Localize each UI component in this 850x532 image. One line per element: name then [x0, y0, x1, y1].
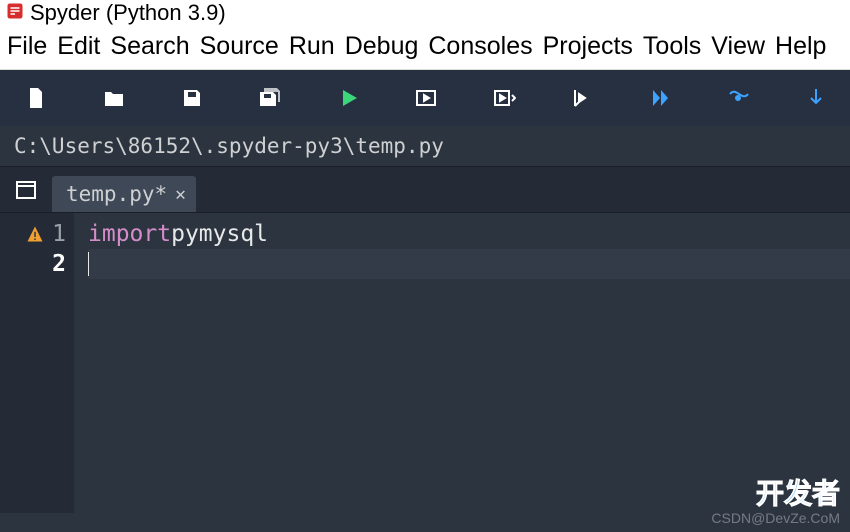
code-area[interactable]: import pymysql	[74, 213, 850, 513]
run-selection-icon[interactable]	[570, 86, 594, 110]
tab-label: temp.py*	[66, 182, 167, 206]
open-folder-icon[interactable]	[102, 86, 126, 110]
menu-edit[interactable]: Edit	[54, 30, 103, 63]
toolbar	[0, 70, 850, 126]
menu-bar: File Edit Search Source Run Debug Consol…	[0, 26, 850, 70]
line-number: 1	[50, 221, 66, 247]
gutter-row: 2	[4, 249, 66, 279]
menu-projects[interactable]: Projects	[540, 30, 636, 63]
save-icon[interactable]	[180, 86, 204, 110]
identifier: pymysql	[171, 221, 268, 247]
code-line[interactable]	[88, 249, 850, 279]
save-all-icon[interactable]	[258, 86, 282, 110]
debug-into-icon[interactable]	[804, 86, 828, 110]
run-cell-advance-icon[interactable]	[492, 86, 516, 110]
new-file-icon[interactable]	[24, 86, 48, 110]
code-line[interactable]: import pymysql	[88, 219, 850, 249]
window-title-bar: Spyder (Python 3.9)	[0, 0, 850, 26]
tab-temp-py[interactable]: temp.py* ✕	[52, 176, 196, 212]
menu-source[interactable]: Source	[197, 30, 282, 63]
cursor	[88, 252, 89, 276]
menu-help[interactable]: Help	[772, 30, 829, 63]
run-cell-icon[interactable]	[414, 86, 438, 110]
menu-debug[interactable]: Debug	[342, 30, 422, 63]
warning-icon	[26, 225, 44, 243]
gutter-row: 1	[4, 219, 66, 249]
debug-icon[interactable]	[648, 86, 672, 110]
code-editor[interactable]: 1 2 import pymysql	[0, 213, 850, 513]
split-panel-icon[interactable]	[14, 178, 38, 202]
close-icon[interactable]: ✕	[175, 184, 186, 205]
keyword: import	[88, 221, 171, 247]
window-title: Spyder (Python 3.9)	[30, 0, 226, 26]
menu-file[interactable]: File	[4, 30, 50, 63]
menu-search[interactable]: Search	[107, 30, 192, 63]
menu-tools[interactable]: Tools	[640, 30, 704, 63]
file-path: C:\Users\86152\.spyder-py3\temp.py	[0, 126, 850, 167]
menu-consoles[interactable]: Consoles	[425, 30, 535, 63]
menu-run[interactable]: Run	[286, 30, 338, 63]
tab-strip: temp.py* ✕	[0, 167, 850, 213]
spyder-logo-icon	[6, 2, 24, 20]
debug-step-icon[interactable]	[726, 86, 750, 110]
gutter: 1 2	[0, 213, 74, 513]
run-icon[interactable]	[336, 86, 360, 110]
line-number: 2	[50, 251, 66, 277]
menu-view[interactable]: View	[708, 30, 768, 63]
